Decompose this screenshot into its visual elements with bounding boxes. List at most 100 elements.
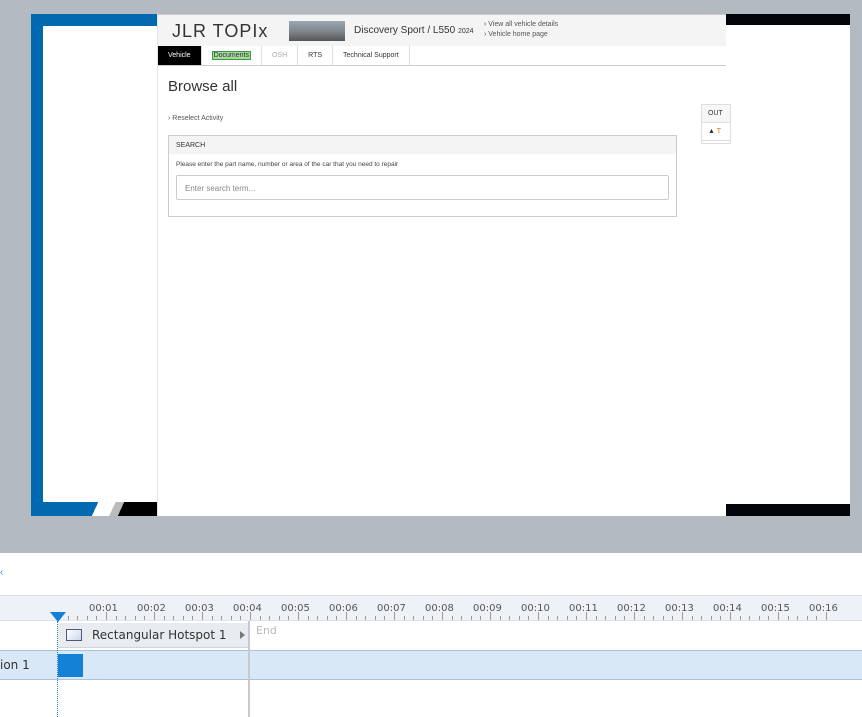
vehicle-image (289, 21, 345, 41)
tick-mark (624, 616, 626, 620)
tab-documents[interactable]: Documents (202, 46, 262, 65)
tick-mark (634, 612, 635, 620)
tick-label: 00:07 (377, 603, 406, 614)
tick-mark (413, 616, 415, 620)
end-line[interactable] (248, 621, 250, 717)
search-input[interactable]: Enter search term... (176, 175, 669, 200)
tick-mark (586, 612, 587, 620)
playhead-icon[interactable] (50, 612, 66, 622)
view-vehicle-details-link[interactable]: › View all vehicle details (484, 20, 558, 30)
tick-mark (614, 616, 616, 620)
tick-mark (240, 616, 242, 620)
tick-mark (576, 616, 578, 620)
end-marker: End (256, 624, 277, 637)
tick-mark (566, 616, 568, 620)
tick-mark (134, 616, 136, 620)
tick-mark (298, 612, 299, 620)
tick-mark (691, 616, 693, 620)
reselect-activity-link[interactable]: › Reselect Activity (168, 115, 223, 122)
tick-label: 00:14 (713, 603, 742, 614)
tick-mark (826, 612, 827, 620)
tab-technical-support[interactable]: Technical Support (333, 46, 410, 65)
tick-mark (470, 616, 472, 620)
playhead-line (57, 621, 58, 717)
tab-vehicle[interactable]: Vehicle (158, 46, 202, 65)
tick-label: 00:05 (281, 603, 310, 614)
tab-osh[interactable]: OSH (262, 46, 299, 65)
tick-mark (211, 616, 213, 620)
tick-mark (278, 616, 280, 620)
tick-mark (720, 616, 722, 620)
vehicle-model: Discovery Sport / L550 (354, 25, 456, 36)
tick-mark (86, 616, 88, 620)
tick-mark (787, 616, 789, 620)
tick-mark (538, 612, 539, 620)
tick-mark (67, 616, 69, 620)
tick-mark (730, 612, 731, 620)
side-panel: OUT ▲ T (701, 104, 731, 144)
tab-documents-label: Documents (211, 51, 251, 60)
tick-mark (643, 616, 645, 620)
tick-label: 00:13 (665, 603, 694, 614)
search-header: SEARCH (169, 136, 676, 154)
tick-mark (355, 616, 357, 620)
tick-mark (307, 616, 309, 620)
logo: JLR TOPIx (172, 21, 269, 41)
tick-mark (221, 616, 223, 620)
tick-mark (154, 612, 155, 620)
frame-decoration (81, 502, 161, 516)
tick-label: 00:06 (329, 603, 358, 614)
timeline-row[interactable]: ion 1 (0, 650, 862, 680)
hotspot-timeline-item[interactable]: Rectangular Hotspot 1 (58, 623, 249, 648)
warning-icon: ▲ (708, 128, 715, 135)
tick-mark (403, 616, 405, 620)
tick-mark (182, 616, 184, 620)
search-panel: SEARCH Please enter the part name, numbe… (168, 135, 677, 217)
slide-canvas: JLR TOPIx Discovery Sport / L550 2024 › … (31, 14, 850, 516)
tick-label: 00:04 (233, 603, 262, 614)
tick-label: 00:08 (425, 603, 454, 614)
tick-mark (672, 616, 674, 620)
tick-mark (451, 616, 453, 620)
tick-mark (682, 612, 683, 620)
vehicle-name: Discovery Sport / L550 2024 (354, 25, 474, 36)
tick-label: 00:03 (185, 603, 214, 614)
tick-label: 00:02 (137, 603, 166, 614)
header: JLR TOPIx Discovery Sport / L550 2024 › … (158, 14, 726, 46)
timeline-ruler[interactable]: 00:01 00:02 00:03 00:04 00:05 00:06 00:07 00:08… (0, 595, 862, 621)
warning-item[interactable]: ▲ T (702, 123, 730, 141)
tick-mark (250, 612, 251, 620)
tick-mark (288, 616, 290, 620)
tick-mark (365, 616, 367, 620)
tick-mark (384, 616, 386, 620)
tick-label: 00:09 (473, 603, 502, 614)
tick-mark (758, 616, 760, 620)
tick-mark (557, 616, 559, 620)
nav-tabs: Vehicle Documents OSH RTS Technical Supp… (158, 46, 726, 66)
expand-arrow-icon[interactable] (240, 631, 245, 639)
tick-label: 00:15 (761, 603, 790, 614)
tick-mark (595, 616, 597, 620)
timeline-block[interactable] (58, 654, 83, 677)
tab-rts[interactable]: RTS (298, 46, 334, 65)
tick-mark (326, 616, 328, 620)
tick-mark (797, 616, 799, 620)
frame-decoration (31, 14, 43, 516)
collapse-icon[interactable]: ‹ (0, 567, 3, 578)
tick-mark (662, 616, 664, 620)
vehicle-home-link[interactable]: › Vehicle home page (484, 30, 558, 40)
hotspot-icon (66, 629, 82, 641)
tick-mark (701, 616, 703, 620)
row-label: ion 1 (0, 658, 30, 672)
hotspot-label: Rectangular Hotspot 1 (92, 628, 227, 642)
tick-mark (432, 616, 434, 620)
tick-mark (202, 612, 203, 620)
tick-mark (230, 616, 232, 620)
tick-mark (163, 616, 165, 620)
tick-mark (317, 616, 319, 620)
tick-label: 00:16 (809, 603, 838, 614)
tick-mark (77, 616, 79, 620)
tick-mark (259, 616, 261, 620)
tick-mark (115, 616, 117, 620)
tick-mark (528, 616, 530, 620)
